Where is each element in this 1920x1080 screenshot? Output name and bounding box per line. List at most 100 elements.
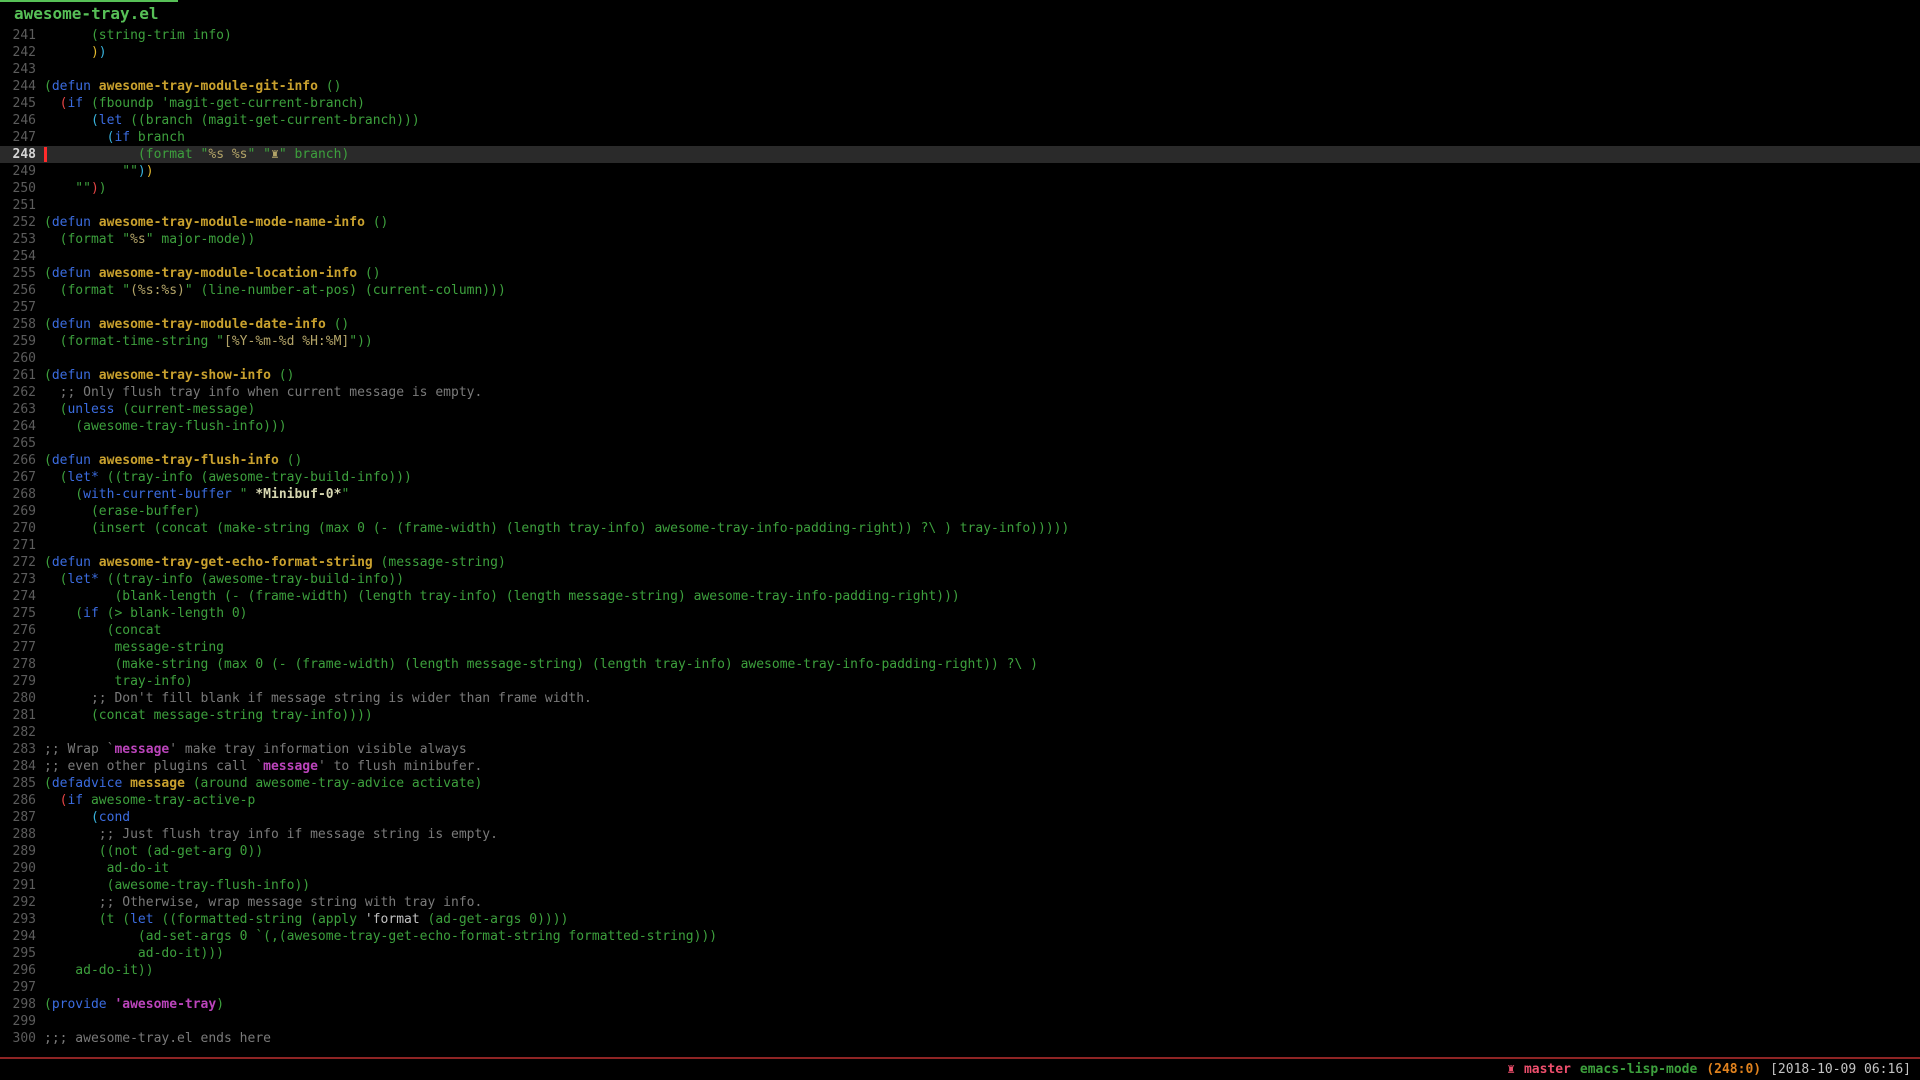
line-content: (if branch — [36, 129, 185, 146]
code-line-281[interactable]: 281 (concat message-string tray-info)))) — [0, 707, 1920, 724]
code-line-247[interactable]: 247 (if branch — [0, 129, 1920, 146]
line-content: ad-do-it)) — [36, 962, 154, 979]
code-line-266[interactable]: 266(defun awesome-tray-flush-info () — [0, 452, 1920, 469]
code-line-243[interactable]: 243 — [0, 61, 1920, 78]
code-line-269[interactable]: 269 (erase-buffer) — [0, 503, 1920, 520]
code-line-268[interactable]: 268 (with-current-buffer " *Minibuf-0*" — [0, 486, 1920, 503]
code-line-245[interactable]: 245 (if (fboundp 'magit-get-current-bran… — [0, 95, 1920, 112]
line-number: 287 — [0, 809, 36, 826]
code-line-288[interactable]: 288 ;; Just flush tray info if message s… — [0, 826, 1920, 843]
code-line-294[interactable]: 294 (ad-set-args 0 `(,(awesome-tray-get-… — [0, 928, 1920, 945]
line-number: 270 — [0, 520, 36, 537]
line-content: (if (fboundp 'magit-get-current-branch) — [36, 95, 365, 112]
line-number: 278 — [0, 656, 36, 673]
code-line-284[interactable]: 284;; even other plugins call `message' … — [0, 758, 1920, 775]
code-line-296[interactable]: 296 ad-do-it)) — [0, 962, 1920, 979]
code-line-262[interactable]: 262 ;; Only flush tray info when current… — [0, 384, 1920, 401]
line-number: 282 — [0, 724, 36, 741]
header-line: awesome-tray.el — [0, 0, 1920, 26]
code-line-265[interactable]: 265 — [0, 435, 1920, 452]
code-line-257[interactable]: 257 — [0, 299, 1920, 316]
line-content: (defun awesome-tray-module-mode-name-inf… — [36, 214, 388, 231]
code-line-299[interactable]: 299 — [0, 1013, 1920, 1030]
code-line-242[interactable]: 242 )) — [0, 44, 1920, 61]
line-content — [36, 248, 44, 265]
buffer-tab[interactable]: awesome-tray.el — [0, 0, 178, 23]
line-number: 300 — [0, 1030, 36, 1047]
line-number: 267 — [0, 469, 36, 486]
line-content — [36, 197, 44, 214]
code-line-260[interactable]: 260 — [0, 350, 1920, 367]
line-number: 266 — [0, 452, 36, 469]
line-number: 260 — [0, 350, 36, 367]
code-line-298[interactable]: 298(provide 'awesome-tray) — [0, 996, 1920, 1013]
line-number: 280 — [0, 690, 36, 707]
code-buffer[interactable]: 241 (string-trim info)242 ))243244(defun… — [0, 26, 1920, 1057]
code-line-248[interactable]: 248 (format "%s %s" "♜" branch) — [0, 146, 1920, 163]
line-content: (let ((branch (magit-get-current-branch)… — [36, 112, 420, 129]
line-number: 246 — [0, 112, 36, 129]
code-line-244[interactable]: 244(defun awesome-tray-module-git-info (… — [0, 78, 1920, 95]
code-line-275[interactable]: 275 (if (> blank-length 0) — [0, 605, 1920, 622]
code-line-289[interactable]: 289 ((not (ad-get-arg 0)) — [0, 843, 1920, 860]
code-line-276[interactable]: 276 (concat — [0, 622, 1920, 639]
code-line-297[interactable]: 297 — [0, 979, 1920, 996]
code-line-250[interactable]: 250 "")) — [0, 180, 1920, 197]
code-line-241[interactable]: 241 (string-trim info) — [0, 27, 1920, 44]
code-line-273[interactable]: 273 (let* ((tray-info (awesome-tray-buil… — [0, 571, 1920, 588]
code-line-277[interactable]: 277 message-string — [0, 639, 1920, 656]
code-line-249[interactable]: 249 "")) — [0, 163, 1920, 180]
line-number: 277 — [0, 639, 36, 656]
code-line-246[interactable]: 246 (let ((branch (magit-get-current-bra… — [0, 112, 1920, 129]
code-line-285[interactable]: 285(defadvice message (around awesome-tr… — [0, 775, 1920, 792]
code-line-300[interactable]: 300;;; awesome-tray.el ends here — [0, 1030, 1920, 1047]
code-line-259[interactable]: 259 (format-time-string "[%Y-%m-%d %H:%M… — [0, 333, 1920, 350]
code-line-286[interactable]: 286 (if awesome-tray-active-p — [0, 792, 1920, 809]
line-number: 242 — [0, 44, 36, 61]
line-content: (concat message-string tray-info)))) — [36, 707, 373, 724]
code-line-256[interactable]: 256 (format "(%s:%s)" (line-number-at-po… — [0, 282, 1920, 299]
code-line-282[interactable]: 282 — [0, 724, 1920, 741]
code-line-254[interactable]: 254 — [0, 248, 1920, 265]
code-line-258[interactable]: 258(defun awesome-tray-module-date-info … — [0, 316, 1920, 333]
line-number: 272 — [0, 554, 36, 571]
code-line-291[interactable]: 291 (awesome-tray-flush-info)) — [0, 877, 1920, 894]
line-number: 273 — [0, 571, 36, 588]
code-line-278[interactable]: 278 (make-string (max 0 (- (frame-width)… — [0, 656, 1920, 673]
code-line-279[interactable]: 279 tray-info) — [0, 673, 1920, 690]
line-content: ;; Only flush tray info when current mes… — [36, 384, 482, 401]
code-line-251[interactable]: 251 — [0, 197, 1920, 214]
code-line-295[interactable]: 295 ad-do-it))) — [0, 945, 1920, 962]
code-line-292[interactable]: 292 ;; Otherwise, wrap message string wi… — [0, 894, 1920, 911]
code-line-270[interactable]: 270 (insert (concat (make-string (max 0 … — [0, 520, 1920, 537]
code-line-263[interactable]: 263 (unless (current-message) — [0, 401, 1920, 418]
code-line-287[interactable]: 287 (cond — [0, 809, 1920, 826]
text-cursor — [44, 147, 47, 162]
code-line-293[interactable]: 293 (t (let ((formatted-string (apply 'f… — [0, 911, 1920, 928]
line-content: "")) — [36, 180, 107, 197]
code-line-274[interactable]: 274 (blank-length (- (frame-width) (leng… — [0, 588, 1920, 605]
code-line-283[interactable]: 283;; Wrap `message' make tray informati… — [0, 741, 1920, 758]
code-line-252[interactable]: 252(defun awesome-tray-module-mode-name-… — [0, 214, 1920, 231]
code-line-290[interactable]: 290 ad-do-it — [0, 860, 1920, 877]
line-content: (defun awesome-tray-flush-info () — [36, 452, 302, 469]
line-number: 289 — [0, 843, 36, 860]
code-line-272[interactable]: 272(defun awesome-tray-get-echo-format-s… — [0, 554, 1920, 571]
code-line-264[interactable]: 264 (awesome-tray-flush-info))) — [0, 418, 1920, 435]
code-line-253[interactable]: 253 (format "%s" major-mode)) — [0, 231, 1920, 248]
line-number: 284 — [0, 758, 36, 775]
line-number: 245 — [0, 95, 36, 112]
code-line-255[interactable]: 255(defun awesome-tray-module-location-i… — [0, 265, 1920, 282]
line-number: 261 — [0, 367, 36, 384]
code-line-261[interactable]: 261(defun awesome-tray-show-info () — [0, 367, 1920, 384]
line-content: tray-info) — [36, 673, 193, 690]
line-number: 288 — [0, 826, 36, 843]
line-content: (defadvice message (around awesome-tray-… — [36, 775, 482, 792]
code-line-280[interactable]: 280 ;; Don't fill blank if message strin… — [0, 690, 1920, 707]
line-number: 254 — [0, 248, 36, 265]
cursor-position-label: (248:0) — [1706, 1062, 1761, 1077]
line-content: (string-trim info) — [36, 27, 232, 44]
code-line-267[interactable]: 267 (let* ((tray-info (awesome-tray-buil… — [0, 469, 1920, 486]
git-branch-name: master — [1524, 1062, 1571, 1077]
code-line-271[interactable]: 271 — [0, 537, 1920, 554]
